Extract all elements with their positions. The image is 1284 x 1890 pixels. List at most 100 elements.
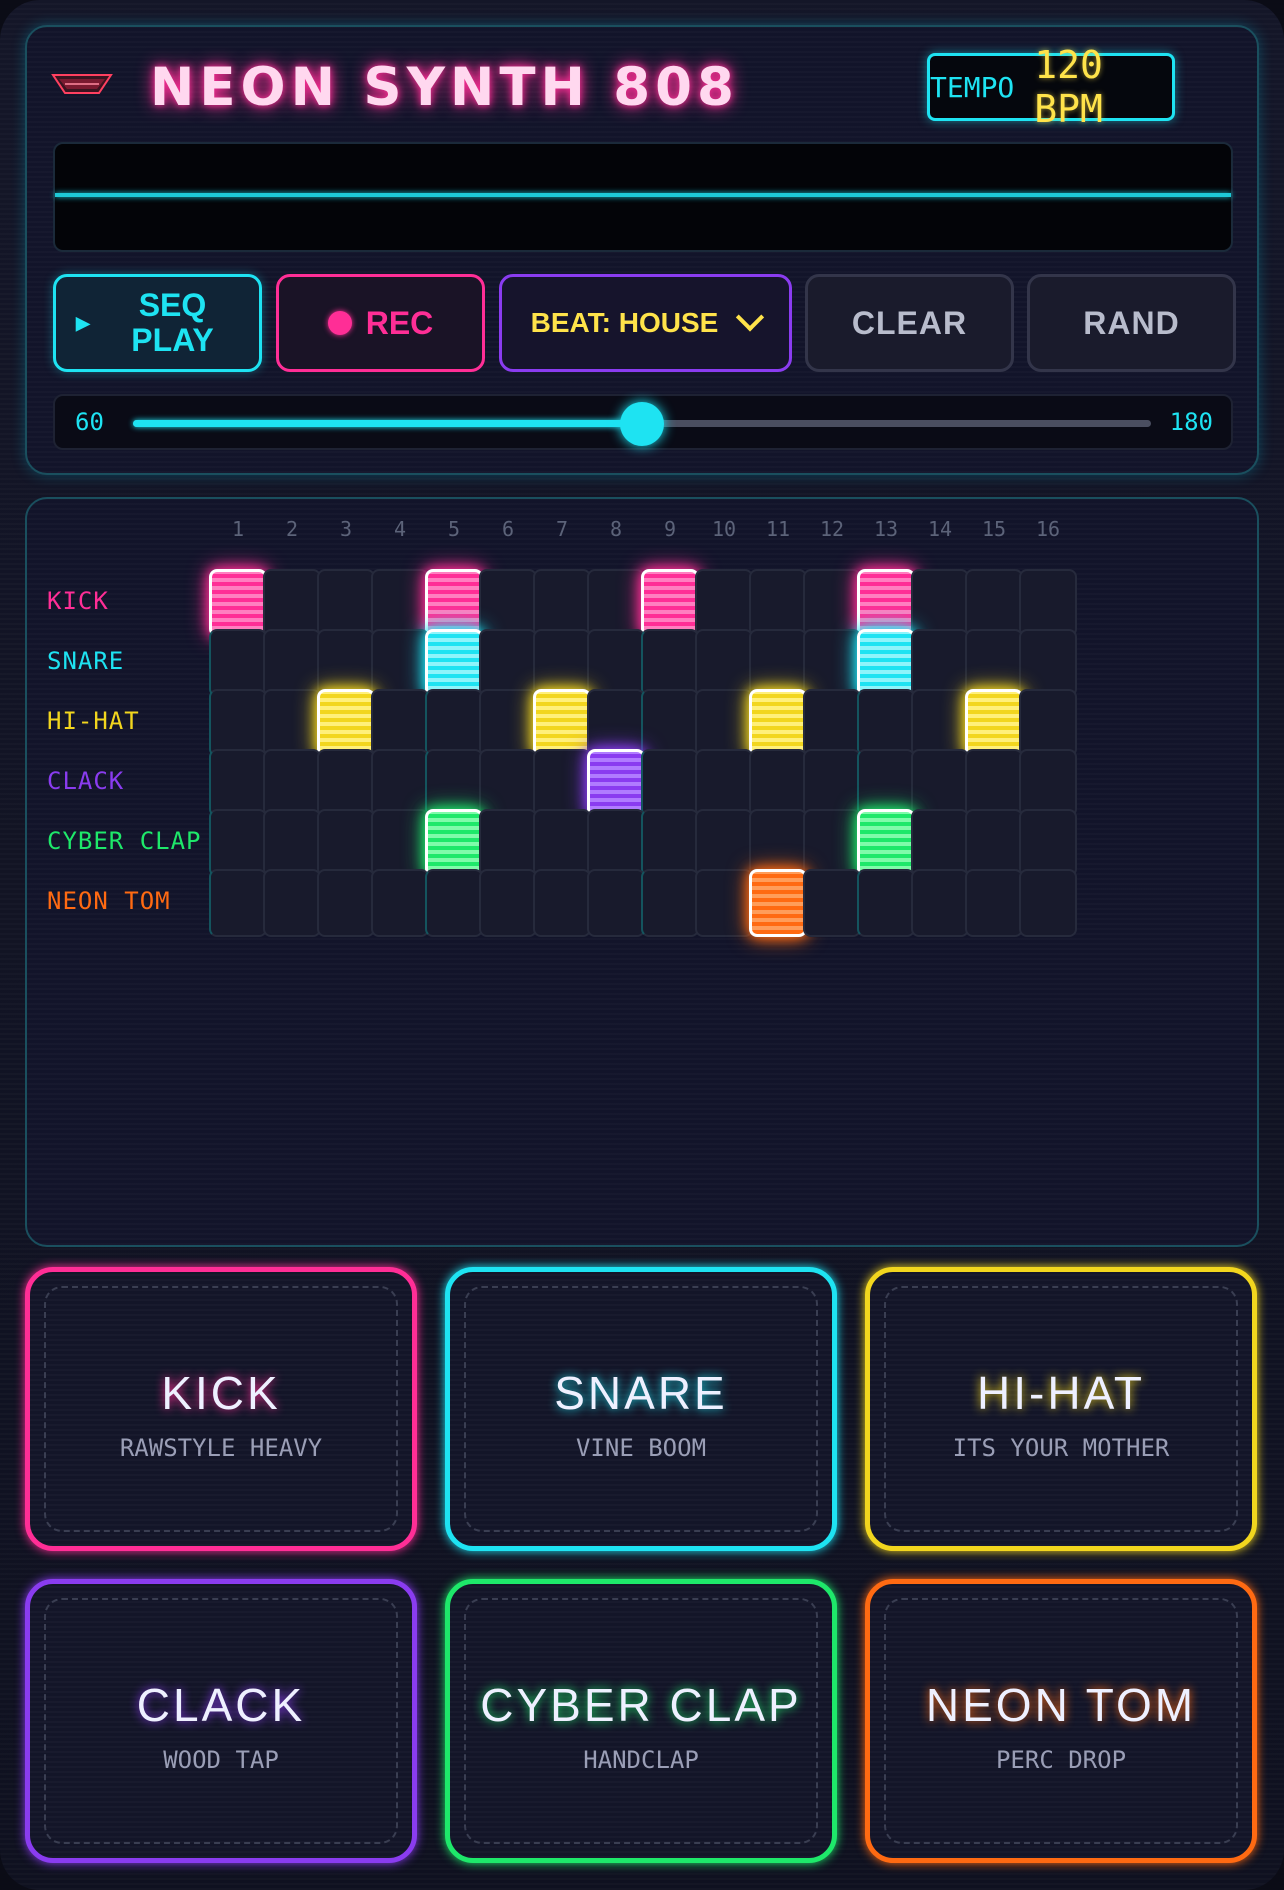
- step-cell[interactable]: [479, 749, 537, 817]
- step-cell-active[interactable]: [749, 869, 807, 937]
- randomize-button[interactable]: RAND: [1027, 274, 1236, 372]
- step-cell-active[interactable]: [641, 569, 699, 637]
- step-cell-active[interactable]: [317, 689, 375, 757]
- step-cell[interactable]: [317, 749, 375, 817]
- step-cell-active[interactable]: [965, 689, 1023, 757]
- step-cell[interactable]: [911, 809, 969, 877]
- drum-pad[interactable]: CYBER CLAP HANDCLAP: [445, 1579, 837, 1863]
- step-cell[interactable]: [803, 629, 861, 697]
- step-cell[interactable]: [911, 569, 969, 637]
- step-cell-active[interactable]: [857, 569, 915, 637]
- drum-pad[interactable]: KICK RAWSTYLE HEAVY: [25, 1267, 417, 1551]
- step-cell[interactable]: [695, 869, 753, 937]
- step-cell[interactable]: [425, 749, 483, 817]
- step-cell[interactable]: [1019, 569, 1077, 637]
- drum-pad[interactable]: HI-HAT ITS YOUR MOTHER: [865, 1267, 1257, 1551]
- step-cell[interactable]: [1019, 749, 1077, 817]
- step-cell[interactable]: [965, 809, 1023, 877]
- step-cell[interactable]: [317, 809, 375, 877]
- step-cell-active[interactable]: [587, 749, 645, 817]
- step-cell[interactable]: [533, 869, 591, 937]
- step-cell[interactable]: [803, 569, 861, 637]
- step-cell[interactable]: [209, 689, 267, 757]
- step-cell[interactable]: [587, 569, 645, 637]
- step-cell[interactable]: [317, 629, 375, 697]
- step-cell[interactable]: [695, 569, 753, 637]
- seq-play-button[interactable]: ▶ SEQ PLAY: [53, 274, 262, 372]
- step-cell[interactable]: [425, 689, 483, 757]
- step-cell[interactable]: [371, 689, 429, 757]
- step-cell-active[interactable]: [857, 809, 915, 877]
- step-cell[interactable]: [371, 629, 429, 697]
- step-cell[interactable]: [641, 809, 699, 877]
- step-cell[interactable]: [479, 869, 537, 937]
- step-cell[interactable]: [263, 809, 321, 877]
- step-cell[interactable]: [533, 809, 591, 877]
- step-cell[interactable]: [803, 869, 861, 937]
- step-cell[interactable]: [317, 869, 375, 937]
- step-cell[interactable]: [371, 809, 429, 877]
- step-cell[interactable]: [209, 869, 267, 937]
- clear-button[interactable]: CLEAR: [805, 274, 1014, 372]
- step-cell[interactable]: [911, 689, 969, 757]
- step-cell[interactable]: [371, 869, 429, 937]
- step-cell[interactable]: [965, 569, 1023, 637]
- step-cell[interactable]: [263, 869, 321, 937]
- step-cell[interactable]: [263, 629, 321, 697]
- step-cell[interactable]: [263, 749, 321, 817]
- step-cell[interactable]: [965, 749, 1023, 817]
- step-cell[interactable]: [641, 869, 699, 937]
- step-cell[interactable]: [371, 749, 429, 817]
- drum-pad[interactable]: CLACK WOOD TAP: [25, 1579, 417, 1863]
- step-cell[interactable]: [533, 629, 591, 697]
- step-cell-active[interactable]: [749, 689, 807, 757]
- step-cell[interactable]: [209, 629, 267, 697]
- step-cell[interactable]: [1019, 629, 1077, 697]
- step-cell[interactable]: [641, 689, 699, 757]
- step-cell[interactable]: [803, 749, 861, 817]
- slider-thumb[interactable]: [620, 402, 664, 446]
- step-cell-active[interactable]: [425, 629, 483, 697]
- slider-track[interactable]: [133, 402, 1151, 446]
- step-cell[interactable]: [587, 629, 645, 697]
- step-cell[interactable]: [479, 629, 537, 697]
- step-cell[interactable]: [695, 809, 753, 877]
- record-button[interactable]: REC: [276, 274, 485, 372]
- step-cell-active[interactable]: [857, 629, 915, 697]
- step-cell[interactable]: [695, 749, 753, 817]
- step-cell-active[interactable]: [425, 569, 483, 637]
- step-cell[interactable]: [641, 749, 699, 817]
- step-cell[interactable]: [911, 869, 969, 937]
- step-cell[interactable]: [965, 629, 1023, 697]
- step-cell[interactable]: [587, 689, 645, 757]
- step-cell[interactable]: [695, 629, 753, 697]
- step-cell[interactable]: [1019, 809, 1077, 877]
- step-cell[interactable]: [749, 629, 807, 697]
- step-cell[interactable]: [857, 749, 915, 817]
- step-cell[interactable]: [965, 869, 1023, 937]
- step-cell[interactable]: [371, 569, 429, 637]
- step-cell[interactable]: [857, 689, 915, 757]
- step-cell[interactable]: [803, 689, 861, 757]
- step-cell-active[interactable]: [209, 569, 267, 637]
- step-cell[interactable]: [479, 809, 537, 877]
- step-cell[interactable]: [533, 749, 591, 817]
- step-cell-active[interactable]: [425, 809, 483, 877]
- step-cell[interactable]: [587, 809, 645, 877]
- beat-preset-select[interactable]: BEAT: HOUSE: [499, 274, 792, 372]
- drum-pad[interactable]: SNARE VINE BOOM: [445, 1267, 837, 1551]
- step-cell[interactable]: [479, 689, 537, 757]
- step-cell[interactable]: [209, 809, 267, 877]
- step-cell[interactable]: [1019, 689, 1077, 757]
- step-cell[interactable]: [803, 809, 861, 877]
- step-cell[interactable]: [479, 569, 537, 637]
- drum-pad[interactable]: NEON TOM PERC DROP: [865, 1579, 1257, 1863]
- step-cell[interactable]: [263, 569, 321, 637]
- step-cell-active[interactable]: [533, 689, 591, 757]
- step-cell[interactable]: [587, 869, 645, 937]
- step-cell[interactable]: [1019, 869, 1077, 937]
- step-cell[interactable]: [911, 629, 969, 697]
- step-cell[interactable]: [533, 569, 591, 637]
- step-cell[interactable]: [749, 809, 807, 877]
- step-cell[interactable]: [209, 749, 267, 817]
